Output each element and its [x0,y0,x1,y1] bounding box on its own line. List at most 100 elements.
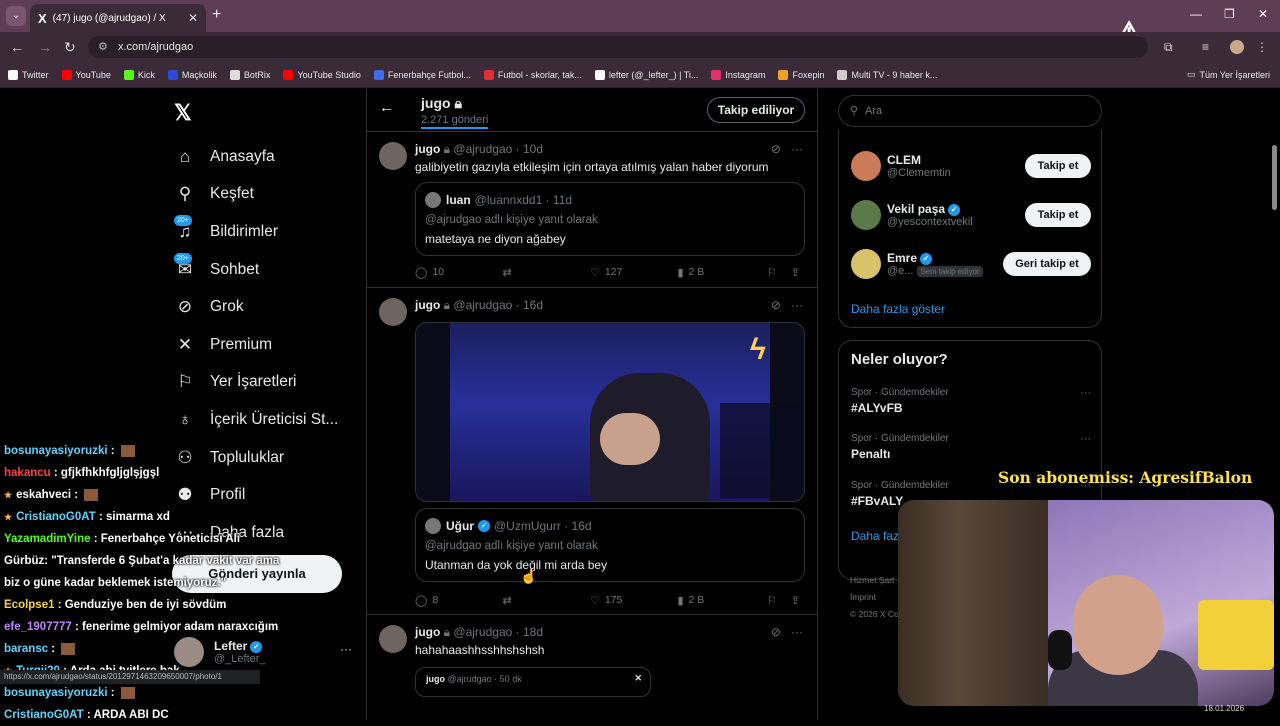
minimize-icon[interactable]: — [1190,7,1202,21]
search-input[interactable]: ⚲ Ara [838,95,1102,127]
browser-profile-avatar[interactable] [1230,40,1244,54]
following-button[interactable]: Takip ediliyor [707,97,805,123]
avatar[interactable] [379,142,407,170]
share-button[interactable]: ⇪ [791,594,805,607]
tweet-author[interactable]: jugo [415,625,440,639]
bookmark-2[interactable]: Kick [123,69,155,80]
close-icon[interactable]: ✕ [188,11,198,25]
bookmark-11[interactable]: Multi TV - 9 haber k... [837,69,937,80]
bookmark-5[interactable]: YouTube Studio [283,69,361,80]
repost-button[interactable]: ⇄ [502,266,589,279]
tweet[interactable]: jugo 🔒︎ @ajrudgao · 16d ⊘ ··· ϟ Uğur ✓ @Uz… [367,288,817,615]
suggestion-handle[interactable]: @e... [887,265,913,277]
back-icon[interactable]: ← [10,39,24,55]
bookmark-button[interactable]: ⚐ [767,266,791,279]
x-logo-icon[interactable]: 𝕏 [174,100,192,126]
more-icon[interactable]: ··· [1080,387,1091,399]
quoted-tweet[interactable]: Uğur ✓ @UzmUgurr · 16d @ajrudgao adlı kişi… [415,508,805,582]
tweet-time[interactable]: 16d [523,298,543,312]
views-button[interactable]: ▮ 2 B [677,594,766,607]
trend-item[interactable]: Spor · Gündemdekiler #ALYvFB ··· [851,387,1091,415]
sidebar-item-3[interactable]: ✉ 20+ Sohbet [174,251,364,289]
url-field[interactable]: ⚙ x.com/ajrudgao [88,36,1148,58]
bookmark-7[interactable]: Futbol - skorlar, tak... [483,69,582,80]
like-button[interactable]: ♡ 175 [590,594,677,607]
bookmark-3[interactable]: Maçkolik [167,69,217,80]
follow-button[interactable]: Geri takip et [1003,252,1091,276]
tweet-handle[interactable]: @ajrudgao [453,298,512,312]
avatar[interactable] [851,151,881,181]
quoted-tweet[interactable]: luan @luannxdd1 · 11d @ajrudgao adlı kişi… [415,182,805,256]
more-icon[interactable]: ··· [791,142,803,156]
share-button[interactable]: ⇪ [791,266,805,279]
bookmark-0[interactable]: Twitter [8,69,49,80]
reply-button[interactable]: ◯ 10 [415,266,502,279]
follow-suggestion[interactable]: Vekil paşa ✓ @yescontextvekil Takip et [851,195,1091,235]
extensions-icon[interactable]: ⧉ [1164,40,1173,55]
media-icon[interactable]: ≡ [1202,40,1209,54]
scrollbar-thumb[interactable] [1272,145,1277,210]
avatar[interactable] [851,249,881,279]
tweet-author[interactable]: jugo [415,298,440,312]
avatar[interactable] [379,625,407,653]
suggestion-handle[interactable]: @yescontextvekil [887,216,973,228]
follow-suggestion[interactable]: CLEM @Clememtin Takip et [851,146,1091,186]
grok-icon[interactable]: ⊘ [771,298,781,312]
repost-button[interactable]: ⇄ [502,594,589,607]
tweet-time[interactable]: 18d [523,625,543,639]
bookmark-4[interactable]: BotRix [229,69,270,80]
avatar[interactable] [851,200,881,230]
show-more-link[interactable]: Daha fazla göster [851,302,945,316]
bookmark-10[interactable]: Foxepin [778,69,824,80]
more-icon[interactable]: ··· [791,625,803,639]
tweet[interactable]: jugo 🔒︎ @ajrudgao · 18d ⊘ ··· hahahaashh… [367,615,817,720]
sidebar-item-7[interactable]: ♁ İçerik Üreticisi St... [174,401,364,439]
like-button[interactable]: ♡ 127 [590,266,677,279]
sidebar-item-5[interactable]: ✕ Premium [174,326,364,364]
reply-button[interactable]: ◯ 8 [415,594,502,607]
all-bookmarks-button[interactable]: ▭ Tüm Yer İşaretleri [1187,69,1270,80]
follow-suggestion[interactable]: Emre ✓ @e... Seni takip ediyor Geri takip et [851,244,1091,284]
bookmark-9[interactable]: Instagram [711,69,765,80]
forward-icon[interactable]: → [38,39,52,55]
browser-tab[interactable]: X (47) jugo (@ajrudgao) / X ✕ [30,4,206,32]
trend-item[interactable]: Spor · Gündemdekiler Penaltı ··· [851,433,1091,461]
site-info-icon[interactable]: ⚙ [98,36,108,58]
sidebar-item-1[interactable]: ⚲ Keşfet [174,176,364,214]
avatar[interactable] [379,298,407,326]
bookmark-6[interactable]: Fenerbahçe Futbol... [373,69,471,80]
trends-show-more[interactable]: Daha faz [851,529,899,543]
sidebar-item-0[interactable]: ⌂ Anasayfa [174,138,364,176]
sidebar-item-6[interactable]: ⚐ Yer İşaretleri [174,364,364,402]
suggestion-name[interactable]: Vekil paşa [887,202,945,216]
tweet-author[interactable]: jugo [415,142,440,156]
new-tab-button[interactable]: + [212,6,221,24]
suggestion-name[interactable]: CLEM [887,153,921,167]
tweet-media-image[interactable]: ϟ [415,322,805,502]
window-close-icon[interactable]: ✕ [1258,7,1268,21]
tab-search-button[interactable]: ⌄ [6,6,26,26]
tweet-time[interactable]: 10d [523,142,543,156]
follow-button[interactable]: Takip et [1025,203,1091,227]
bookmark-button[interactable]: ⚐ [767,594,791,607]
grok-icon[interactable]: ⊘ [771,625,781,639]
views-button[interactable]: ▮ 2 B [677,266,766,279]
footer-link[interactable]: Hizmet Şart [850,572,899,589]
suggestion-handle[interactable]: @Clememtin [887,167,951,179]
back-arrow-icon[interactable]: ← [379,99,394,116]
reload-icon[interactable]: ↻ [64,39,76,56]
sidebar-item-2[interactable]: ♫ 20+ Bildirimler [174,213,364,251]
tweet-handle[interactable]: @ajrudgao [453,142,512,156]
bookmark-8[interactable]: lefter (@_lefter_) | Ti... [594,69,698,80]
bookmark-1[interactable]: YouTube [61,69,111,80]
tweet[interactable]: jugo 🔒︎ @ajrudgao · 10d ⊘ ··· galibiyeti… [367,132,817,288]
grok-icon[interactable]: ⊘ [771,142,781,156]
maximize-icon[interactable]: ❐ [1224,7,1235,21]
suggestion-name[interactable]: Emre [887,251,917,265]
more-icon[interactable]: ··· [791,298,803,312]
tweet-handle[interactable]: @ajrudgao [453,625,512,639]
sidebar-item-4[interactable]: ⊘ Grok [174,288,364,326]
footer-link[interactable]: İmprint [850,589,899,606]
follow-button[interactable]: Takip et [1025,154,1091,178]
menu-icon[interactable]: ⋮ [1256,40,1268,54]
